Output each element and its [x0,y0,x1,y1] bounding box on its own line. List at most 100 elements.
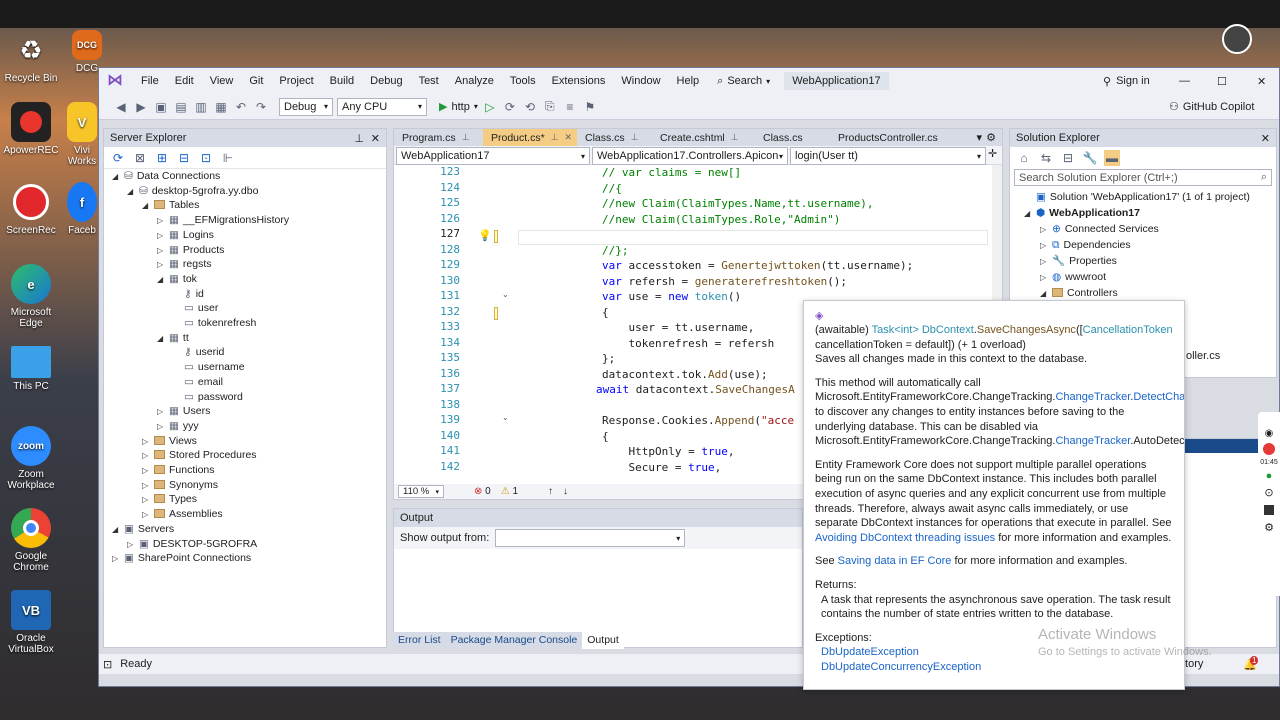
server-tree-item[interactable]: ▷ Stored Procedures [142,448,257,463]
collapsed-arrow-icon[interactable]: ▷ [157,258,169,273]
collapsed-arrow-icon[interactable]: ▷ [157,420,169,435]
collapsed-arrow-icon[interactable]: ▷ [157,229,169,244]
menu-build[interactable]: Build [322,75,362,87]
server-tree-item[interactable]: ◢ ▦ tok [157,272,197,287]
server-tree-item[interactable]: ▭ username [172,360,245,375]
zoom-select[interactable]: 110 % ▾ [398,485,444,498]
home-icon[interactable]: ⌂ [1016,150,1032,166]
solution-tree-item[interactable]: ▣ Solution 'WebApplication17' (1 of 1 pro… [1024,190,1250,206]
class-nav-select[interactable]: WebApplication17.Controllers.Apicon ▾ [592,147,788,165]
desktop-icon-recycle-bin[interactable]: ♻ Recycle Bin [0,30,62,85]
sig-return-type[interactable]: Task<int> [872,324,919,336]
collapse-icon[interactable]: ⌄ [502,290,509,299]
gear-icon[interactable]: ⚙ [986,131,996,144]
server-tree-item[interactable]: ◢ ⛁ desktop-5grofra.yy.dbo [127,184,258,199]
solution-tree-item[interactable]: ▷ ◍ wwwroot [1040,270,1106,286]
solution-tree-item[interactable]: ◢ ⬢ WebApplication17 [1024,206,1140,222]
menu-window[interactable]: Window [613,75,668,87]
solution-tree-item[interactable]: ▷ ⊕ Connected Services [1040,222,1159,238]
collapsed-arrow-icon[interactable]: ▷ [157,405,169,420]
desktop-icon-virtualbox[interactable]: VB Oracle VirtualBox [0,590,62,655]
connect-database-icon[interactable]: ⊞ [154,150,170,166]
camera-icon[interactable]: ◉ [1258,428,1280,439]
bookmark-icon[interactable]: ⚑ [582,99,598,115]
server-tree-item[interactable]: ◢ ▣ Servers [112,522,174,537]
pin-icon[interactable]: ⊥ [462,132,470,143]
close-button[interactable]: ✕ [1257,75,1266,88]
collapsed-arrow-icon[interactable]: ▷ [142,449,154,464]
tab-program-cs[interactable]: Program.cs ⊥ [394,129,483,146]
split-editor-icon[interactable]: ✛ [988,147,997,163]
pin-icon[interactable]: ⊥ [551,132,559,143]
menu-debug[interactable]: Debug [362,75,410,87]
new-project-icon[interactable]: ▣ [153,99,169,115]
server-tree-item[interactable]: ⚷ id [172,287,204,302]
change-tracker-link[interactable]: ChangeTracker [1055,435,1130,447]
hot-reload-icon[interactable]: ⟲ [522,99,538,115]
server-tree-item[interactable]: ▭ tokenrefresh [172,316,256,331]
server-tree-item[interactable]: ▷ Synonyms [142,478,218,493]
collapse-all-icon[interactable]: ⊟ [1060,150,1076,166]
settings-icon[interactable]: ⚙ [1258,521,1280,534]
undo-icon[interactable]: ↶ [233,99,249,115]
server-tree-item[interactable]: ◢ ⛁ Data Connections [112,169,220,184]
desktop-icon-facebook[interactable]: f Faceb [62,182,102,236]
desktop-icon-chrome[interactable]: Google Chrome [0,508,62,573]
menu-help[interactable]: Help [669,75,708,87]
platform-select[interactable]: Any CPU ▾ [337,97,427,116]
collapsed-arrow-icon[interactable]: ▷ [157,214,169,229]
refresh-icon[interactable]: ⟳ [110,150,126,166]
sync-icon[interactable]: ⇆ [1038,150,1054,166]
server-tree-item[interactable]: ◢ Tables [142,198,199,213]
solution-tree-item[interactable]: ▷ ⧉ Dependencies [1040,238,1131,254]
server-tree-item[interactable]: ▷ Functions [142,463,215,478]
up-arrow-icon[interactable]: ↑ [548,486,553,497]
collapsed-arrow-icon[interactable]: ▷ [1040,239,1052,254]
error-count[interactable]: ⊗ 0 [474,486,491,497]
redo-icon[interactable]: ↷ [253,99,269,115]
github-copilot-button[interactable]: ⚇ GitHub Copilot [1169,100,1254,114]
filter-icon[interactable]: ⊩ [220,150,236,166]
expanded-arrow-icon[interactable]: ◢ [157,332,169,347]
webcam-icon[interactable]: ⊙ [1258,486,1280,499]
server-tree-item[interactable]: ▷ ▦ yyy [157,419,199,434]
member-nav-select[interactable]: login(User tt) ▾ [790,147,986,165]
desktop-icon-edge[interactable]: e Microsoft Edge [0,264,62,329]
desktop-icon-this-pc[interactable]: This PC [0,346,62,392]
expanded-arrow-icon[interactable]: ◢ [157,273,169,288]
lightbulb-icon[interactable]: 💡 [478,229,492,242]
menu-view[interactable]: View [202,75,242,87]
tab-product-cs[interactable]: Product.cs* ⊥ ✕ [483,129,577,146]
menu-test[interactable]: Test [411,75,447,87]
start-debug-button[interactable]: ▶ http ▾ [439,100,478,114]
menu-tools[interactable]: Tools [502,75,544,87]
microphone-icon[interactable]: ● [1258,470,1280,482]
collapsed-arrow-icon[interactable]: ▷ [112,552,124,567]
sig-param-type[interactable]: CancellationToken [1083,324,1173,336]
detect-changes-link[interactable]: DetectChanges [1133,391,1184,403]
collapsed-arrow-icon[interactable]: ▷ [142,493,154,508]
server-tree-item[interactable]: ▷ ▣ SharePoint Connections [112,551,251,566]
threading-issues-link[interactable]: Avoiding DbContext threading issues [815,532,995,544]
pin-icon[interactable]: ⊥ [354,132,364,145]
server-tree-item[interactable]: ⚷ userid [172,345,224,360]
sign-in-button[interactable]: ⚲ Sign in [1103,75,1150,88]
connect-server-icon[interactable]: ⊟ [176,150,192,166]
expanded-arrow-icon[interactable]: ◢ [127,185,139,200]
save-icon[interactable]: ▥ [193,99,209,115]
menu-project[interactable]: Project [271,75,321,87]
menu-analyze[interactable]: Analyze [447,75,502,87]
desktop-icon-zoom[interactable]: zoom Zoom Workplace [0,426,62,491]
solution-tree-item[interactable]: ▷ 🔧 Properties [1040,254,1117,270]
exception-link[interactable]: DbUpdateConcurrencyException [815,660,1173,675]
stop-refresh-icon[interactable]: ⊠ [132,150,148,166]
collapsed-arrow-icon[interactable]: ▷ [157,244,169,259]
pin-icon[interactable]: ⊥ [731,132,739,143]
desktop-icon-apowerrec[interactable]: ApowerREC [0,102,62,156]
properties-icon[interactable]: 🔧 [1082,150,1098,166]
back-icon[interactable]: ◀ [113,99,129,115]
tab-products-controller[interactable]: ProductsController.cs [830,129,970,146]
server-tree-item[interactable]: ▷ ▦ Products [157,243,224,258]
server-tree-item[interactable]: ▭ password [172,390,243,405]
forward-icon[interactable]: ▶ [133,99,149,115]
